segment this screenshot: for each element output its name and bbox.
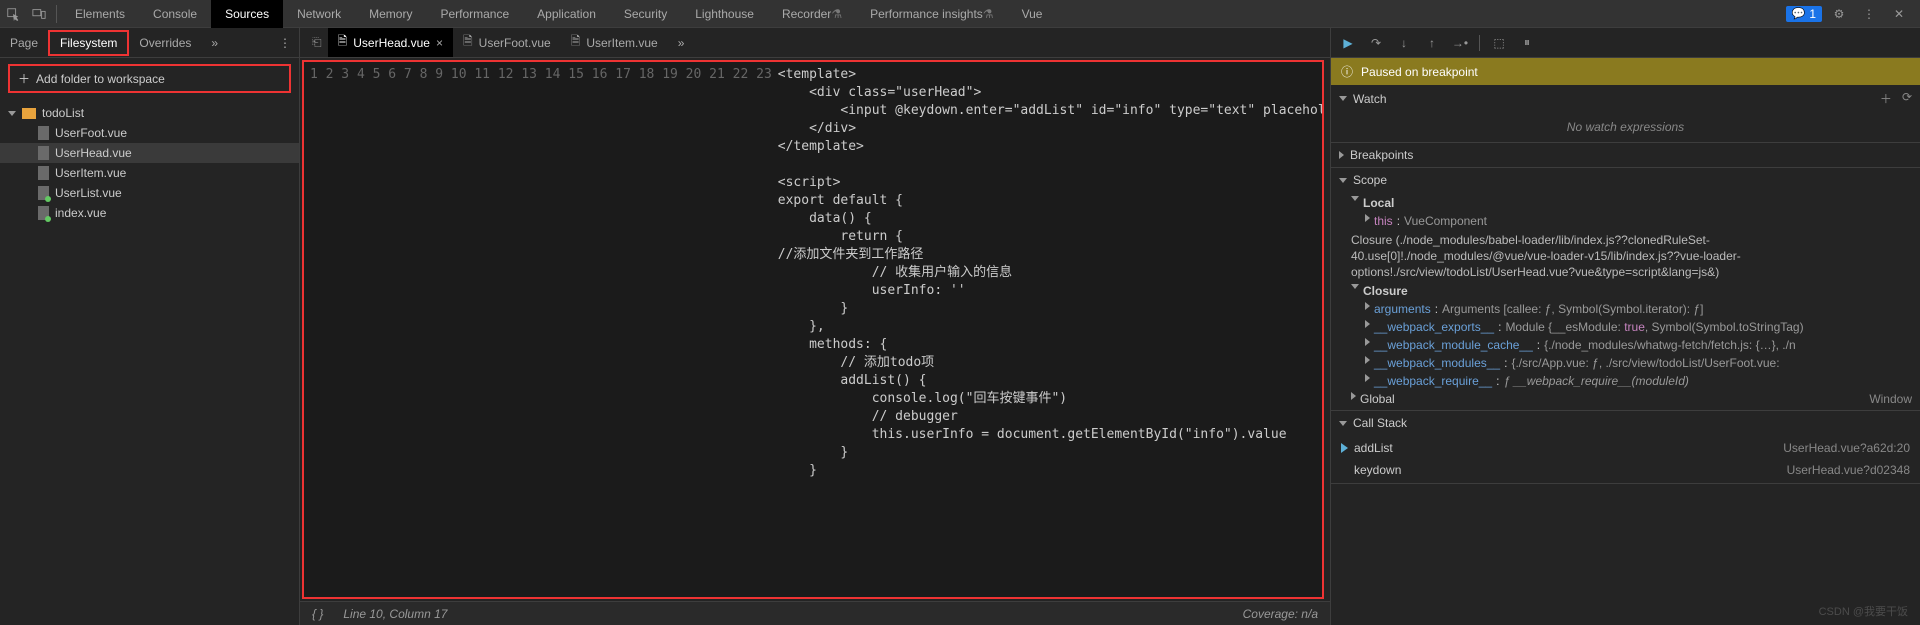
- settings-icon[interactable]: ⚙: [1826, 0, 1852, 28]
- nav-tab-page[interactable]: Page: [0, 32, 48, 54]
- scope-section: Scope Local this: VueComponent Closure (…: [1331, 168, 1920, 411]
- file-icon: [38, 206, 49, 220]
- resume-icon[interactable]: ▶: [1339, 36, 1357, 50]
- braces-icon[interactable]: { }: [312, 607, 323, 621]
- step-over-icon[interactable]: ↷: [1367, 36, 1385, 50]
- editor-tabs: ⎗ 🗎UserHead.vue× 🗎UserFoot.vue 🗎UserItem…: [300, 28, 1330, 58]
- editor-status-bar: { } Line 10, Column 17 Coverage: n/a: [300, 601, 1330, 625]
- watch-empty: No watch expressions: [1331, 114, 1920, 140]
- scope-closure[interactable]: Closure: [1331, 282, 1920, 300]
- scope-var[interactable]: __webpack_require__: ƒ __webpack_require…: [1331, 372, 1920, 390]
- editor-tab-more[interactable]: »: [668, 32, 695, 54]
- breakpoints-header[interactable]: Breakpoints: [1331, 143, 1920, 167]
- nav-more-icon[interactable]: ⋮: [271, 36, 299, 50]
- coverage-status: Coverage: n/a: [1243, 607, 1318, 621]
- tree-file[interactable]: index.vue: [0, 203, 299, 223]
- callstack-frame[interactable]: addListUserHead.vue?a62d:20: [1331, 437, 1920, 459]
- code-content[interactable]: <template> <div class="userHead"> <input…: [778, 62, 1322, 597]
- step-icon[interactable]: →•: [1451, 36, 1469, 50]
- callstack-frame[interactable]: keydownUserHead.vue?d02348: [1331, 459, 1920, 481]
- file-icon: [38, 126, 49, 140]
- nav-tab-filesystem[interactable]: Filesystem: [48, 30, 129, 56]
- tab-memory[interactable]: Memory: [355, 0, 426, 28]
- deactivate-bp-icon[interactable]: ⬚: [1490, 36, 1508, 50]
- debugger-pane: ▶ ↷ ↓ ↑ →• ⬚ ⏸ ⓘ Paused on breakpoint Wa…: [1330, 28, 1920, 625]
- scope-closure-desc: Closure (./node_modules/babel-loader/lib…: [1331, 230, 1920, 282]
- nav-history-icon[interactable]: ⎗: [306, 35, 328, 50]
- file-icon: [38, 166, 49, 180]
- inspect-icon[interactable]: [0, 0, 26, 28]
- refresh-icon[interactable]: ⟳: [1902, 90, 1912, 107]
- nav-tab-more[interactable]: »: [201, 32, 228, 54]
- nav-tab-overrides[interactable]: Overrides: [129, 32, 201, 54]
- add-folder-button[interactable]: ＋ Add folder to workspace: [8, 64, 291, 93]
- step-out-icon[interactable]: ↑: [1423, 36, 1441, 50]
- tree-file[interactable]: UserItem.vue: [0, 163, 299, 183]
- code-editor[interactable]: 1 2 3 4 5 6 7 8 9 10 11 12 13 14 15 16 1…: [302, 60, 1324, 599]
- tab-elements[interactable]: Elements: [61, 0, 139, 28]
- scope-header[interactable]: Scope: [1331, 168, 1920, 192]
- editor-tab[interactable]: 🗎UserFoot.vue: [453, 28, 561, 57]
- panel-tabs: Elements Console Sources Network Memory …: [61, 0, 1056, 28]
- messages-badge[interactable]: 💬 1: [1786, 6, 1822, 22]
- watch-section: Watch＋⟳ No watch expressions: [1331, 85, 1920, 143]
- file-icon: [38, 146, 49, 160]
- editor-tab[interactable]: 🗎UserHead.vue×: [328, 28, 453, 57]
- file-icon: 🗎: [463, 32, 473, 53]
- tab-vue[interactable]: Vue: [1008, 0, 1057, 28]
- watch-header[interactable]: Watch＋⟳: [1331, 85, 1920, 112]
- callstack-header[interactable]: Call Stack: [1331, 411, 1920, 435]
- tab-security[interactable]: Security: [610, 0, 681, 28]
- tree-file[interactable]: UserHead.vue: [0, 143, 299, 163]
- scope-var[interactable]: arguments: Arguments [callee: ƒ, Symbol(…: [1331, 300, 1920, 318]
- breakpoints-section: Breakpoints: [1331, 143, 1920, 168]
- tree-folder[interactable]: todoList: [0, 103, 299, 123]
- cursor-position: Line 10, Column 17: [343, 607, 447, 621]
- line-gutter: 1 2 3 4 5 6 7 8 9 10 11 12 13 14 15 16 1…: [304, 62, 778, 597]
- tab-sources[interactable]: Sources: [211, 0, 283, 28]
- navigator-pane: Page Filesystem Overrides » ⋮ ＋ Add fold…: [0, 28, 300, 625]
- tab-console[interactable]: Console: [139, 0, 211, 28]
- pause-exc-icon[interactable]: ⏸: [1518, 35, 1536, 50]
- watermark: CSDN @我要干饭: [1819, 603, 1908, 619]
- scope-local[interactable]: Local: [1331, 194, 1920, 212]
- tree-file[interactable]: UserList.vue: [0, 183, 299, 203]
- step-into-icon[interactable]: ↓: [1395, 36, 1413, 50]
- debugger-toolbar: ▶ ↷ ↓ ↑ →• ⬚ ⏸: [1331, 28, 1920, 58]
- file-tree: todoList UserFoot.vue UserHead.vue UserI…: [0, 99, 299, 227]
- scope-var[interactable]: __webpack_modules__: {./src/App.vue: ƒ, …: [1331, 354, 1920, 372]
- add-watch-icon[interactable]: ＋: [1880, 90, 1892, 107]
- callstack-section: Call Stack addListUserHead.vue?a62d:20 k…: [1331, 411, 1920, 484]
- tab-network[interactable]: Network: [283, 0, 355, 28]
- devtools-top-bar: Elements Console Sources Network Memory …: [0, 0, 1920, 28]
- editor-pane: ⎗ 🗎UserHead.vue× 🗎UserFoot.vue 🗎UserItem…: [300, 28, 1330, 625]
- tab-perf-insights[interactable]: Performance insights ⚗: [856, 0, 1007, 28]
- close-tab-icon[interactable]: ×: [436, 36, 443, 50]
- scope-var[interactable]: __webpack_module_cache__: {./node_module…: [1331, 336, 1920, 354]
- editor-tab[interactable]: 🗎UserItem.vue: [561, 28, 668, 57]
- scope-global[interactable]: GlobalWindow: [1331, 390, 1920, 408]
- file-icon: 🗎: [338, 32, 348, 53]
- tree-file[interactable]: UserFoot.vue: [0, 123, 299, 143]
- tab-performance[interactable]: Performance: [426, 0, 523, 28]
- tab-recorder[interactable]: Recorder ⚗: [768, 0, 856, 28]
- paused-banner: ⓘ Paused on breakpoint: [1331, 58, 1920, 85]
- device-toggle-icon[interactable]: [26, 0, 52, 28]
- more-icon[interactable]: ⋮: [1856, 0, 1882, 28]
- divider: [56, 5, 57, 23]
- close-icon[interactable]: ✕: [1886, 0, 1912, 28]
- file-icon: [38, 186, 49, 200]
- folder-icon: [22, 108, 36, 119]
- tab-application[interactable]: Application: [523, 0, 610, 28]
- scope-var[interactable]: __webpack_exports__: Module {__esModule:…: [1331, 318, 1920, 336]
- tab-lighthouse[interactable]: Lighthouse: [681, 0, 768, 28]
- scope-var[interactable]: this: VueComponent: [1331, 212, 1920, 230]
- file-icon: 🗎: [571, 32, 581, 53]
